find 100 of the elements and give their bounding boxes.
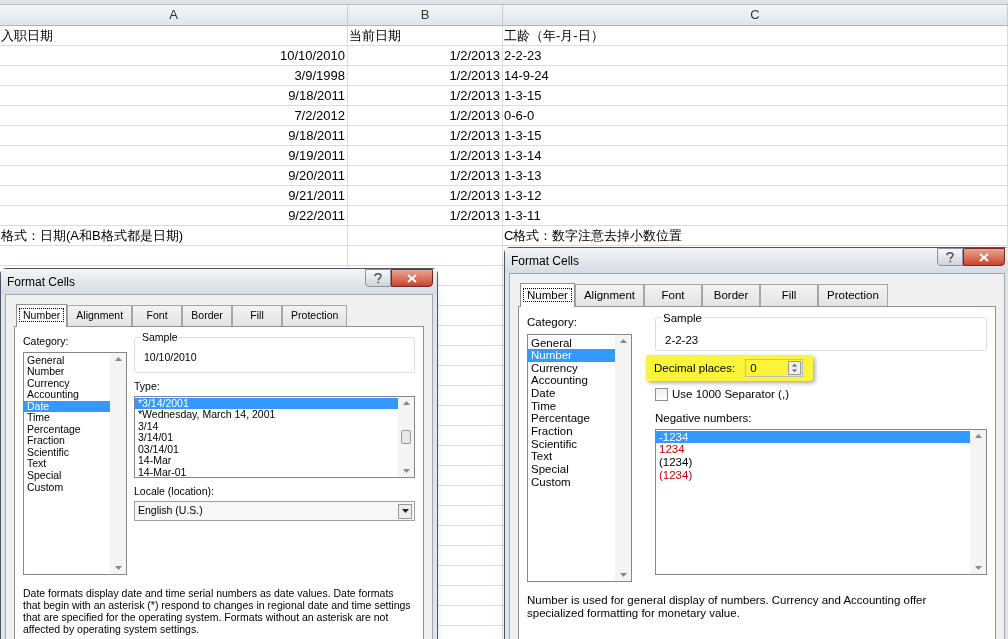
decimal-places-label: Decimal places:: [654, 360, 736, 376]
table-cell: 当前日期: [349, 26, 401, 45]
spin-arrows-icon: [788, 361, 802, 376]
table-cell: 1/2/2013: [449, 206, 500, 225]
list-item[interactable]: Accounting: [528, 374, 615, 388]
column-header[interactable]: B: [348, 5, 503, 25]
table-cell: 1/2/2013: [449, 146, 500, 165]
tab[interactable]: Protection: [818, 284, 888, 307]
tab[interactable]: Alignment: [574, 284, 645, 307]
list-item[interactable]: *Wednesday, March 14, 2001: [135, 409, 398, 421]
list-item[interactable]: Scientific: [24, 446, 110, 459]
tab[interactable]: Number: [16, 304, 68, 327]
table-cell: 1-3-15: [504, 86, 542, 105]
close-button[interactable]: [391, 269, 433, 287]
table-cell: 工龄（年-月-日）: [504, 26, 604, 45]
scroll-up-icon: [114, 356, 122, 361]
scroll-thumb[interactable]: [401, 429, 411, 444]
table-cell: 9/18/2011: [288, 126, 345, 145]
list-item[interactable]: General: [528, 336, 615, 350]
scroll-up-icon: [619, 338, 627, 343]
description-text: Number is used for general display of numbers. Currency and Accounting offer specialized formatting for monetary value.: [527, 593, 928, 620]
checkbox[interactable]: [655, 388, 668, 402]
close-button[interactable]: [963, 248, 1005, 266]
window-title: Format Cells: [511, 252, 579, 270]
table-cell: 3/9/1998: [294, 66, 345, 85]
table-cell: 14-9-24: [504, 66, 549, 85]
table-cell: 入职日期: [1, 26, 53, 45]
list-item[interactable]: Text: [528, 450, 615, 463]
list-item[interactable]: Fraction: [528, 425, 615, 438]
column-header[interactable]: A: [0, 5, 348, 25]
window-title: Format Cells: [7, 273, 75, 291]
list-item[interactable]: 3/14/01: [135, 432, 398, 444]
table-cell: 1/2/2013: [449, 126, 500, 145]
list-item[interactable]: 14-Mar-01: [135, 466, 398, 477]
table-cell: 1/2/2013: [449, 186, 500, 205]
scroll-down-icon: [619, 572, 627, 577]
negative-numbers-label: Negative numbers:: [655, 410, 753, 426]
table-cell: 10/10/2010: [279, 46, 345, 65]
list-item[interactable]: Special: [528, 462, 615, 476]
tab[interactable]: Border: [702, 284, 761, 307]
scroll-down-icon: [974, 565, 982, 570]
separator-label: Use 1000 Separator (,): [672, 387, 789, 403]
locale-dropdown[interactable]: English (U.S.): [134, 501, 415, 522]
table-cell: 1-3-11: [504, 206, 541, 225]
scroll-up-icon: [974, 433, 982, 438]
list-item[interactable]: Time: [24, 412, 110, 424]
table-cell: 9/19/2011: [288, 146, 345, 165]
tab[interactable]: Border: [182, 305, 233, 326]
table-cell: 1-3-15: [504, 126, 542, 145]
tab[interactable]: Protection: [282, 305, 348, 326]
dropdown-arrow-icon: [401, 509, 409, 514]
tab[interactable]: Fill: [760, 284, 819, 307]
category-label: Category:: [527, 315, 578, 331]
list-item[interactable]: Custom: [528, 475, 615, 489]
list-item[interactable]: Currency: [528, 361, 615, 375]
list-item[interactable]: 3/14: [135, 420, 398, 433]
description-text: Date formats display date and time serial numbers as date values. Date formats that begin with an asterisk (*) respond to changes in regional date and time settings that are specified for the operating system. Formats without an asterisk are not affected by operating system settings.: [23, 586, 412, 635]
sample-value: 2-2-23: [664, 332, 700, 348]
table-cell: 9/20/2011: [288, 166, 345, 185]
scroll-down-icon: [402, 468, 410, 473]
list-item[interactable]: General: [24, 354, 110, 367]
help-button[interactable]: [365, 269, 391, 287]
tab[interactable]: Fill: [232, 305, 283, 326]
table-cell: 0-6-0: [504, 106, 535, 125]
table-cell: 1/2/2013: [449, 166, 500, 185]
list-item[interactable]: Text: [24, 458, 110, 470]
list-item[interactable]: Percentage: [528, 412, 615, 425]
list-item[interactable]: Percentage: [24, 423, 110, 436]
table-cell: 1-3-13: [504, 166, 542, 185]
list-item[interactable]: (1234): [656, 468, 970, 482]
list-item[interactable]: Currency: [24, 377, 110, 390]
table-cell: 1/2/2013: [449, 46, 500, 65]
list-item[interactable]: Custom: [24, 481, 110, 494]
table-cell: 9/21/2011: [288, 186, 345, 205]
scroll-down-icon: [114, 565, 122, 570]
table-cell: 7/2/2012: [294, 106, 345, 125]
tab[interactable]: Font: [644, 284, 703, 307]
question-mark-icon: [374, 272, 382, 284]
locale-label: Locale (location):: [134, 483, 215, 499]
column-header[interactable]: C: [503, 5, 1008, 25]
list-item[interactable]: Time: [528, 399, 615, 413]
list-item[interactable]: (1234): [656, 456, 970, 469]
list-item[interactable]: Special: [24, 469, 110, 482]
tab[interactable]: Alignment: [67, 305, 133, 326]
question-mark-icon: [946, 251, 954, 263]
list-item[interactable]: 14-Mar: [135, 455, 398, 467]
list-item[interactable]: 1234: [656, 443, 970, 457]
close-icon: [979, 252, 989, 262]
tab[interactable]: Number: [520, 283, 575, 308]
help-button[interactable]: [937, 248, 963, 266]
tab[interactable]: Font: [132, 305, 183, 326]
list-item[interactable]: 03/14/01: [135, 443, 398, 456]
list-item[interactable]: Accounting: [24, 389, 110, 401]
list-item[interactable]: Fraction: [24, 435, 110, 447]
list-item[interactable]: Scientific: [528, 437, 615, 451]
category-label: Category:: [23, 333, 70, 349]
table-cell: 9/18/2011: [288, 86, 345, 105]
list-item[interactable]: Number: [24, 366, 110, 378]
list-item[interactable]: Date: [528, 387, 615, 400]
decimal-places-spinner[interactable]: 0: [745, 359, 804, 378]
